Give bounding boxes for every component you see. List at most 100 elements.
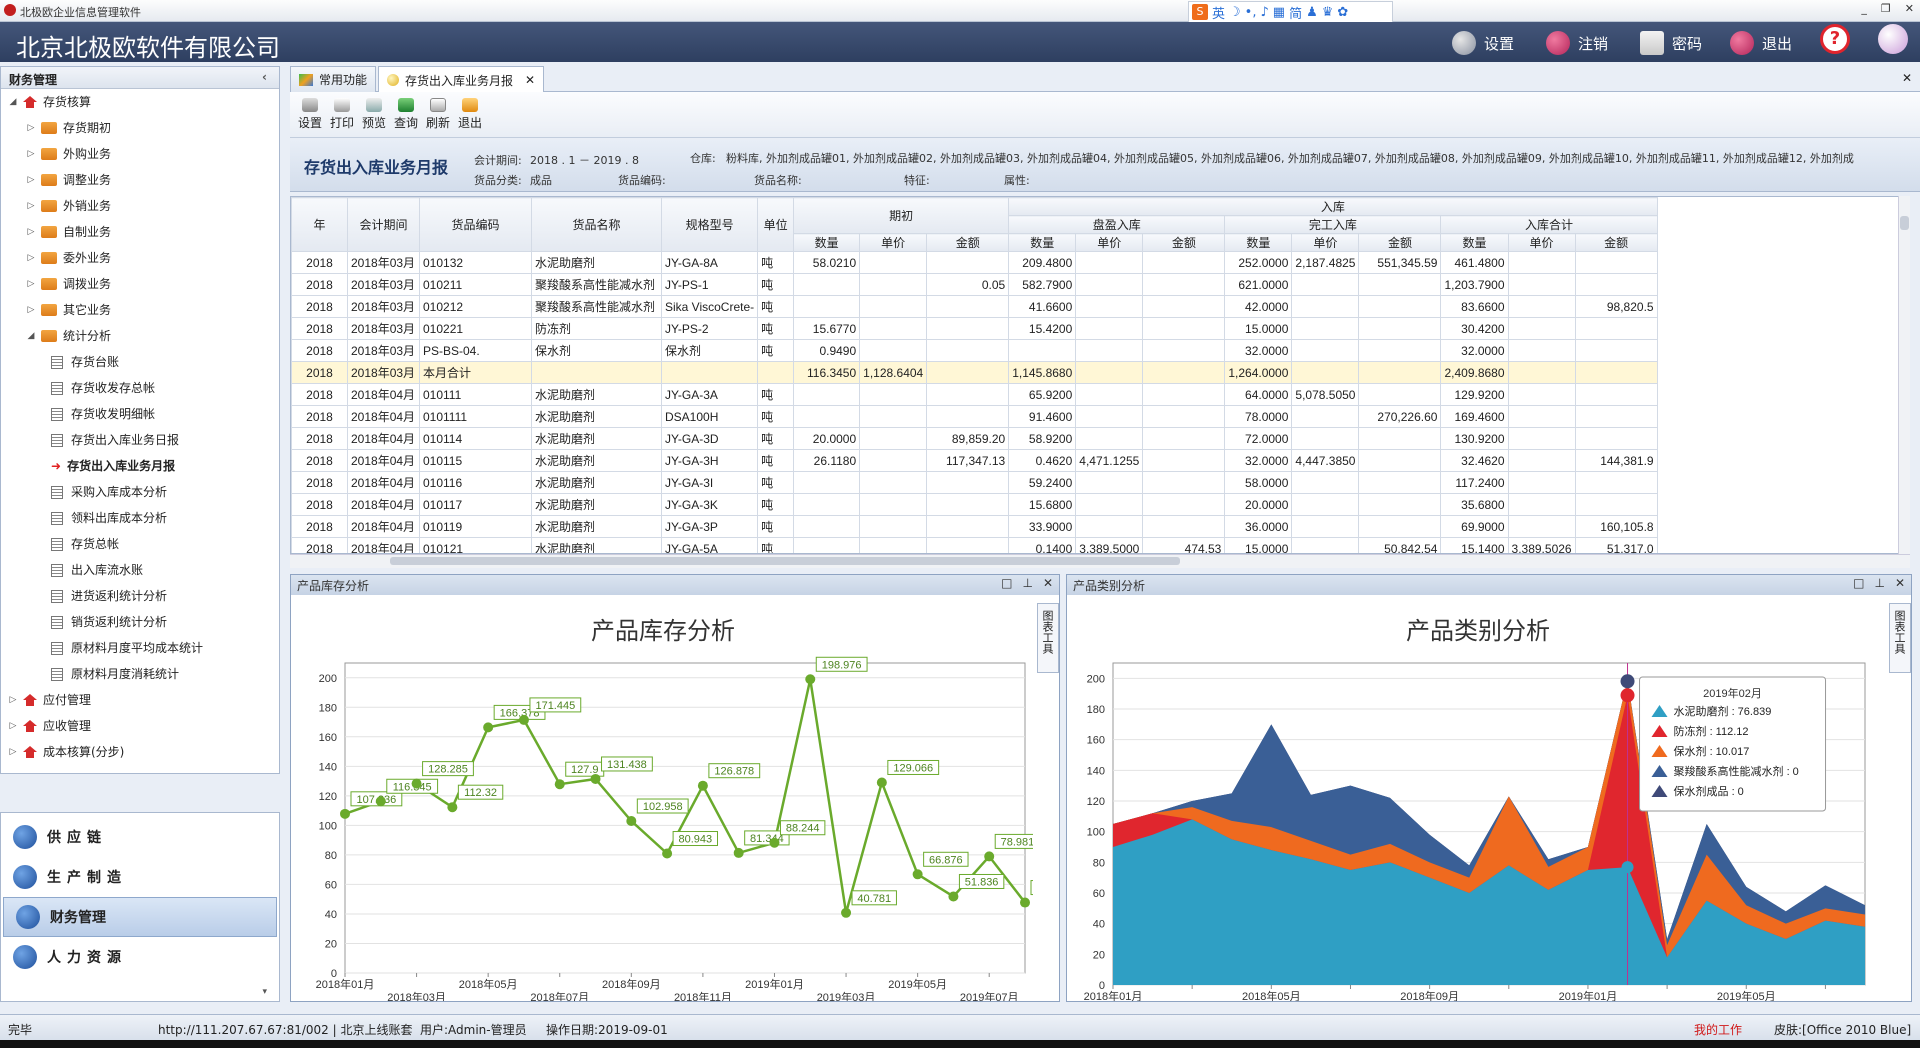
report-grid[interactable]: 年会计期间 货品编码 货品名称 规格型号 单位 期初 入库 盘盈入库 完工入库 入库合计 数量 单价金…: [290, 196, 1910, 554]
tree-item[interactable]: ◢ 存货核算: [1, 89, 279, 115]
table-row[interactable]: 2018 2018年04月 010121 水泥助磨剂 JY-GA-5A 吨 0.1400 3,…: [291, 537, 1658, 553]
tree-item[interactable]: ▷ 外销业务: [1, 193, 279, 219]
ime-simplified-toggle[interactable]: 简: [1289, 3, 1302, 22]
close-button[interactable]: ✕: [1905, 2, 1914, 15]
my-work-link[interactable]: 我的工作: [1694, 1021, 1742, 1038]
ime-lang-toggle[interactable]: 英: [1212, 3, 1225, 22]
minimize-button[interactable]: _: [1861, 2, 1867, 15]
panel-pin-icon[interactable]: ⊥: [1022, 576, 1032, 590]
table-row[interactable]: 2018 2018年04月 010111 水泥助磨剂 JY-GA-3A 吨 65.9200 6…: [291, 383, 1658, 406]
collapsed-arrow-icon[interactable]: ▷: [25, 167, 37, 193]
tab-close-icon[interactable]: ✕: [525, 73, 535, 87]
collapsed-arrow-icon[interactable]: ▷: [25, 245, 37, 271]
table-row[interactable]: 2018 2018年04月 010119 水泥助磨剂 JY-GA-3P 吨 33.9000 3…: [291, 515, 1658, 538]
tree-item[interactable]: ▷ 其它业务: [1, 297, 279, 323]
vertical-scroll-thumb[interactable]: [1900, 216, 1909, 230]
tree-item[interactable]: ▷ 外购业务: [1, 141, 279, 167]
tree-item[interactable]: ▷ 成本核算(分步): [1, 739, 279, 765]
password-button[interactable]: 密码: [1640, 30, 1702, 56]
collapsed-arrow-icon[interactable]: ▷: [7, 713, 19, 739]
tree-item[interactable]: ▷ 自制业务: [1, 219, 279, 245]
tree-item[interactable]: ▷ 存货期初: [1, 115, 279, 141]
nav-supply-chain[interactable]: 供应链: [1, 817, 279, 857]
nav-manufacturing[interactable]: 生产制造: [1, 857, 279, 897]
skin-selector[interactable]: 皮肤:[Office 2010 Blue]: [1774, 1021, 1911, 1038]
tree-item[interactable]: 领料出库成本分析: [1, 505, 279, 531]
tree-item[interactable]: ◢ 统计分析: [1, 323, 279, 349]
tree-item[interactable]: ▷ 调整业务: [1, 167, 279, 193]
tree-item[interactable]: 存货收发明细帐: [1, 401, 279, 427]
tree-item[interactable]: 采购入库成本分析: [1, 479, 279, 505]
table-row[interactable]: 2018 2018年03月 PS-BS-04. 保水剂 保水剂吨 0.9490 32.000…: [291, 339, 1658, 362]
toolbar-preview-button[interactable]: 预览: [360, 98, 388, 131]
panel-maximize-icon[interactable]: □: [1001, 576, 1012, 590]
help-button[interactable]: ?: [1820, 24, 1850, 54]
tree-item[interactable]: 进货返利统计分析: [1, 583, 279, 609]
nav-finance[interactable]: 财务管理: [3, 897, 277, 937]
tree-item[interactable]: 原材料月度平均成本统计: [1, 635, 279, 661]
vertical-scrollbar[interactable]: [1898, 196, 1910, 554]
sogou-icon[interactable]: S: [1192, 4, 1208, 20]
table-row[interactable]: 2018 2018年03月 010212 聚羧酸系高性能减水剂 Sika ViscoCr…: [291, 295, 1658, 318]
toolbar-exit-button[interactable]: 退出: [456, 98, 484, 131]
punct-icon[interactable]: •,: [1245, 5, 1257, 20]
toolbar-print-button[interactable]: 打印: [328, 98, 356, 131]
tree-item[interactable]: 销货返利统计分析: [1, 609, 279, 635]
tree-item[interactable]: ▷ 调拨业务: [1, 271, 279, 297]
tree-item[interactable]: ➜ 存货出入库业务月报: [1, 453, 279, 479]
ime-gear-icon[interactable]: ✿: [1337, 5, 1348, 20]
toolbar-settings-button[interactable]: 设置: [296, 98, 324, 131]
chart-tools-button[interactable]: 图表工具: [1037, 603, 1059, 673]
ime-toolbar[interactable]: S 英 ☽ •, ♪ ▦ 简 ♟ ♛ ✿: [1188, 1, 1393, 23]
panel-pin-icon[interactable]: ⊥: [1874, 576, 1884, 590]
collapsed-arrow-icon[interactable]: ▷: [25, 297, 37, 323]
theme-button[interactable]: [1878, 24, 1908, 54]
tree-item[interactable]: 存货总帐: [1, 531, 279, 557]
collapsed-arrow-icon[interactable]: ▷: [25, 141, 37, 167]
table-row[interactable]: 2018 2018年04月 010117 水泥助磨剂 JY-GA-3K 吨 15.6800 2…: [291, 493, 1658, 516]
nav-expand-icon[interactable]: ▾: [262, 987, 267, 997]
nav-hr[interactable]: 人力资源: [1, 937, 279, 977]
expanded-arrow-icon[interactable]: ◢: [25, 323, 37, 349]
mic-icon[interactable]: ♪: [1260, 5, 1268, 20]
panel-maximize-icon[interactable]: □: [1853, 576, 1864, 590]
table-row[interactable]: 2018 2018年03月 010221 防冻剂 JY-PS-2 吨 15.6770 15.4…: [291, 317, 1658, 340]
restore-button[interactable]: ❐: [1881, 2, 1891, 15]
keyboard-icon[interactable]: ▦: [1273, 5, 1285, 20]
user-icon[interactable]: ♟: [1306, 5, 1318, 20]
table-row[interactable]: 2018 2018年03月 010132 水泥助磨剂 JY-GA-8A 吨 58.0210 2…: [291, 251, 1658, 274]
toolbar-query-button[interactable]: 查询: [392, 98, 420, 131]
tab-monthly-report[interactable]: 存货出入库业务月报 ✕: [378, 66, 545, 93]
tree-item[interactable]: 原材料月度消耗统计: [1, 661, 279, 687]
panel-close-icon[interactable]: ✕: [1895, 576, 1905, 590]
collapsed-arrow-icon[interactable]: ▷: [25, 115, 37, 141]
tree-item[interactable]: ▷ 应收管理: [1, 713, 279, 739]
expanded-arrow-icon[interactable]: ◢: [7, 89, 19, 115]
table-row[interactable]: 2018 2018年04月 0101111 水泥助磨剂 DSA100H 吨 91.4600 7…: [291, 405, 1658, 428]
panel-close-icon[interactable]: ✕: [1043, 576, 1053, 590]
table-row[interactable]: 2018 2018年04月 010116 水泥助磨剂 JY-GA-3I 吨 59.2400 5…: [291, 471, 1658, 494]
settings-button[interactable]: 设置: [1452, 30, 1514, 56]
collapsed-arrow-icon[interactable]: ▷: [25, 193, 37, 219]
tab-common-functions[interactable]: 常用功能: [290, 66, 377, 92]
exit-button[interactable]: 退出: [1730, 30, 1792, 56]
shirt-icon[interactable]: ♛: [1322, 5, 1334, 20]
tree-item[interactable]: 存货收发存总帐: [1, 375, 279, 401]
tree-item[interactable]: 存货出入库业务日报: [1, 427, 279, 453]
collapsed-arrow-icon[interactable]: ▷: [25, 219, 37, 245]
chart-tools-button[interactable]: 图表工具: [1889, 603, 1911, 673]
toolbar-refresh-button[interactable]: 刷新: [424, 98, 452, 131]
close-all-tabs-icon[interactable]: ✕: [1902, 71, 1912, 85]
collapsed-arrow-icon[interactable]: ▷: [25, 271, 37, 297]
collapsed-arrow-icon[interactable]: ▷: [7, 739, 19, 765]
tree-item[interactable]: ▷ 委外业务: [1, 245, 279, 271]
table-row[interactable]: 2018 2018年04月 010114 水泥助磨剂 JY-GA-3D 吨 20.0000 8…: [291, 427, 1658, 450]
moon-icon[interactable]: ☽: [1229, 5, 1241, 20]
logout-button[interactable]: 注销: [1546, 30, 1608, 56]
tree-item[interactable]: ▷ 应付管理: [1, 687, 279, 713]
collapsed-arrow-icon[interactable]: ▷: [7, 687, 19, 713]
collapse-panel-icon[interactable]: ‹: [262, 70, 267, 84]
table-row[interactable]: 2018 2018年03月 010211 聚羧酸系高性能减水剂 JY-PS-1 吨 0.05…: [291, 273, 1658, 296]
horizontal-scroll-thumb[interactable]: [390, 557, 1180, 565]
summary-row[interactable]: 2018 2018年03月 本月合计 116.3450 1,128.6404 1,145.…: [291, 361, 1658, 384]
